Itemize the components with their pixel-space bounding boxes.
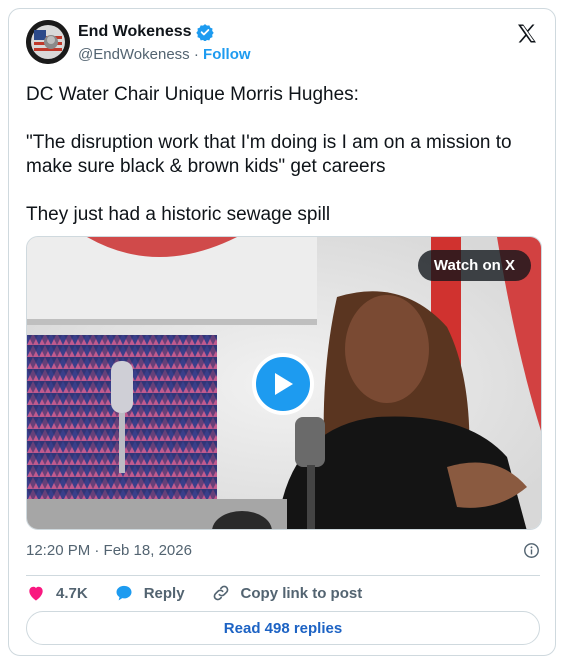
author-handle-row: @EndWokeness · Follow [78, 46, 251, 63]
tweet-text: DC Water Chair Unique Morris Hughes: "Th… [26, 83, 546, 227]
embedded-post-card: End Wokeness @EndWokeness · Follow DC Wa… [8, 8, 556, 656]
reply-bubble-icon [116, 585, 132, 601]
tweet-line: DC Water Chair Unique Morris Hughes: [26, 84, 359, 105]
handle-separator: · [193, 46, 199, 63]
watch-on-x-button[interactable]: Watch on X [417, 250, 531, 281]
follow-button[interactable]: Follow [203, 46, 251, 63]
tweet-line: They just had a historic sewage spill [26, 204, 331, 225]
copy-link-button[interactable]: Copy link to post [211, 583, 363, 603]
timestamp-row: 12:20 PM · Feb 18, 2026 [26, 542, 540, 559]
divider [26, 575, 540, 576]
author-name[interactable]: End Wokeness [78, 23, 192, 41]
x-logo-icon[interactable] [515, 22, 539, 46]
copy-link-label: Copy link to post [240, 584, 363, 602]
read-replies-button[interactable]: Read 498 replies [26, 611, 540, 645]
verified-badge-icon [195, 23, 214, 41]
avatar-image [26, 20, 70, 64]
info-icon[interactable] [523, 542, 540, 559]
play-icon [275, 373, 293, 395]
action-bar: 4.7K Reply Copy link to post [26, 583, 388, 603]
author-avatar[interactable] [26, 20, 70, 64]
reply-label: Reply [143, 584, 185, 602]
like-button[interactable]: 4.7K [26, 583, 88, 603]
author-name-row: End Wokeness [78, 23, 214, 41]
post-timestamp[interactable]: 12:20 PM · Feb 18, 2026 [26, 542, 192, 559]
video-player[interactable]: Watch on X [26, 236, 542, 530]
link-icon [213, 585, 228, 601]
heart-icon [29, 586, 43, 601]
tweet-line: "The disruption work that I'm doing is I… [26, 132, 512, 177]
play-button[interactable] [252, 353, 314, 415]
like-count: 4.7K [56, 584, 88, 602]
reply-button[interactable]: Reply [114, 583, 185, 603]
author-handle[interactable]: @EndWokeness [78, 46, 190, 63]
